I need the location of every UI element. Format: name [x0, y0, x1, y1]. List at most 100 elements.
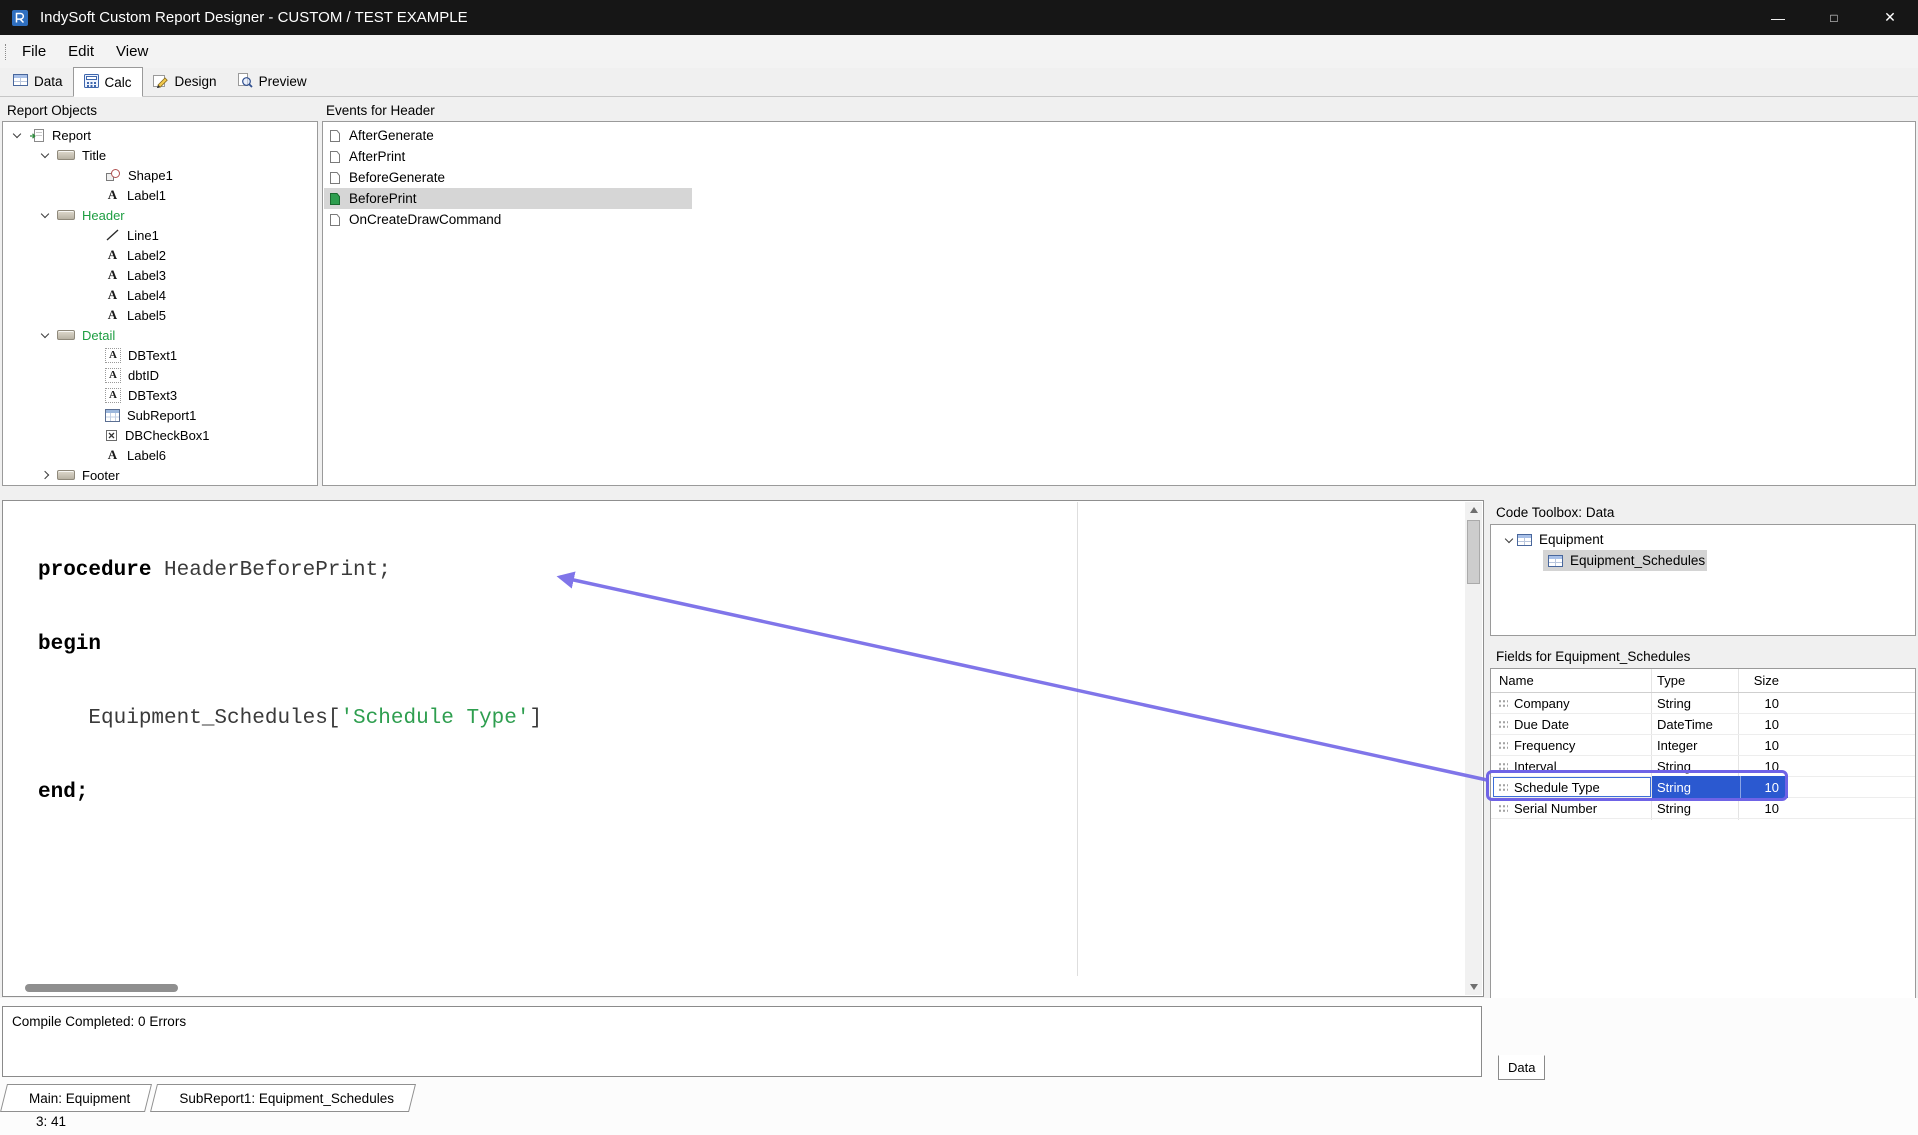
tree-item-dbcheckbox1[interactable]: DBCheckBox1	[3, 425, 317, 445]
drag-handle-icon[interactable]	[1498, 720, 1508, 729]
tree-item-label3[interactable]: Label3	[3, 265, 317, 285]
chevron-down-icon[interactable]	[1501, 536, 1517, 544]
menu-edit[interactable]: Edit	[57, 35, 105, 68]
label-icon	[105, 268, 120, 283]
tree-item-label2[interactable]: Label2	[3, 245, 317, 265]
column-header-size[interactable]: Size	[1741, 673, 1779, 688]
close-button[interactable]: ✕	[1862, 0, 1918, 35]
tree-item-footer[interactable]: Footer	[3, 465, 317, 485]
drag-handle-icon[interactable]	[1498, 699, 1508, 708]
toolbox-item-equipment-schedules[interactable]: Equipment_Schedules	[1491, 550, 1915, 571]
dbtext-icon	[105, 388, 121, 403]
preview-tab-icon	[237, 73, 253, 91]
dbtext-icon	[105, 368, 121, 383]
view-tab-bar: Data Calc Design Preview	[0, 68, 1918, 97]
minimize-button[interactable]: —	[1750, 0, 1806, 35]
event-item-afterprint[interactable]: AfterPrint	[323, 146, 1915, 167]
event-item-oncreatedrawcommand[interactable]: OnCreateDrawCommand	[323, 209, 1915, 230]
line-icon	[105, 228, 120, 242]
field-row-company[interactable]: Company String 10	[1491, 693, 1915, 714]
subreport-icon	[105, 409, 120, 422]
label-icon	[105, 448, 120, 463]
chevron-right-icon[interactable]	[37, 472, 53, 478]
tab-preview[interactable]: Preview	[227, 67, 317, 96]
chevron-down-icon[interactable]	[37, 331, 53, 339]
label-icon	[105, 308, 120, 323]
tree-item-report[interactable]: Report	[3, 125, 317, 145]
menu-file[interactable]: File	[11, 35, 57, 68]
event-item-beforeprint[interactable]: BeforePrint	[323, 188, 1915, 209]
tree-item-label6[interactable]: Label6	[3, 445, 317, 465]
tree-item-header[interactable]: Header	[3, 205, 317, 225]
event-item-aftergenerate[interactable]: AfterGenerate	[323, 125, 1915, 146]
field-row-due-date[interactable]: Due Date DateTime 10	[1491, 714, 1915, 735]
code-text[interactable]: procedure HeaderBeforePrint; begin Equip…	[3, 501, 1461, 854]
label-icon	[105, 188, 120, 203]
event-item-beforegenerate[interactable]: BeforeGenerate	[323, 167, 1915, 188]
tab-calc[interactable]: Calc	[73, 67, 143, 97]
report-icon	[29, 128, 45, 143]
chevron-down-icon[interactable]	[37, 211, 53, 219]
fields-label: Fields for Equipment_Schedules	[1496, 649, 1690, 664]
title-bar: IndySoft Custom Report Designer - CUSTOM…	[0, 0, 1918, 35]
tree-item-detail[interactable]: Detail	[3, 325, 317, 345]
menu-bar: File Edit View	[0, 35, 1918, 68]
drag-handle-icon[interactable]	[1498, 741, 1508, 750]
field-row-serial-number[interactable]: Serial Number String 10	[1491, 798, 1915, 819]
tree-item-dbtext3[interactable]: DBText3	[3, 385, 317, 405]
tree-item-label4[interactable]: Label4	[3, 285, 317, 305]
tab-design[interactable]: Design	[143, 67, 227, 96]
scrollbar-thumb[interactable]	[1467, 520, 1480, 584]
label-icon	[105, 288, 120, 303]
vertical-scrollbar[interactable]	[1465, 502, 1482, 995]
tree-item-label1[interactable]: Label1	[3, 185, 317, 205]
tab-subreport1-equipment-schedules[interactable]: SubReport1: Equipment_Schedules	[157, 1084, 416, 1112]
label-icon	[105, 248, 120, 263]
report-objects-tree: Report Title Shape1 Label1 Header Line1 …	[2, 121, 318, 486]
field-row-schedule-type[interactable]: Schedule Type String 10	[1491, 777, 1915, 798]
column-header-name[interactable]: Name	[1499, 673, 1534, 688]
report-tab-bar: Main: Equipment SubReport1: Equipment_Sc…	[7, 1084, 421, 1112]
column-header-type[interactable]: Type	[1657, 673, 1685, 688]
tree-item-title[interactable]: Title	[3, 145, 317, 165]
drag-handle-icon[interactable]	[1498, 762, 1508, 771]
menu-grip	[5, 44, 6, 60]
maximize-button[interactable]: □	[1806, 0, 1862, 35]
window-controls: — □ ✕	[1750, 0, 1918, 35]
tree-item-dbtid[interactable]: dbtID	[3, 365, 317, 385]
tree-item-dbtext1[interactable]: DBText1	[3, 345, 317, 365]
scroll-up-arrow[interactable]	[1465, 502, 1482, 518]
data-tab-icon	[13, 74, 28, 89]
code-toolbox-tree: Equipment Equipment_Schedules	[1490, 524, 1916, 636]
checkbox-icon	[105, 429, 118, 442]
events-list: AfterGenerate AfterPrint BeforeGenerate …	[322, 121, 1916, 486]
tab-main-equipment[interactable]: Main: Equipment	[7, 1084, 152, 1112]
toolbox-item-equipment[interactable]: Equipment	[1491, 529, 1915, 550]
table-icon	[1548, 555, 1563, 567]
scroll-down-arrow[interactable]	[1465, 979, 1482, 995]
menu-view[interactable]: View	[105, 35, 159, 68]
calc-tab-icon	[84, 74, 99, 91]
field-row-frequency[interactable]: Frequency Integer 10	[1491, 735, 1915, 756]
fields-header: Name Type Size	[1491, 669, 1915, 693]
toolbox-tab-data[interactable]: Data	[1498, 1055, 1545, 1080]
field-row-interval[interactable]: Interval String 10	[1491, 756, 1915, 777]
tree-item-subreport1[interactable]: SubReport1	[3, 405, 317, 425]
chevron-down-icon[interactable]	[9, 131, 25, 139]
design-tab-icon	[153, 73, 169, 91]
band-icon	[57, 470, 75, 480]
horizontal-scrollbar-thumb[interactable]	[25, 984, 178, 992]
events-label: Events for Header	[326, 103, 435, 118]
drag-handle-icon[interactable]	[1498, 804, 1508, 813]
drag-handle-icon[interactable]	[1498, 783, 1508, 792]
tree-item-label5[interactable]: Label5	[3, 305, 317, 325]
table-icon	[1517, 534, 1532, 546]
cursor-position: 3: 41	[36, 1114, 66, 1129]
tab-data[interactable]: Data	[3, 67, 73, 96]
code-toolbox-label: Code Toolbox: Data	[1496, 505, 1614, 520]
band-icon	[57, 210, 75, 220]
code-editor[interactable]: procedure HeaderBeforePrint; begin Equip…	[2, 500, 1484, 997]
chevron-down-icon[interactable]	[37, 151, 53, 159]
tree-item-shape1[interactable]: Shape1	[3, 165, 317, 185]
tree-item-line1[interactable]: Line1	[3, 225, 317, 245]
